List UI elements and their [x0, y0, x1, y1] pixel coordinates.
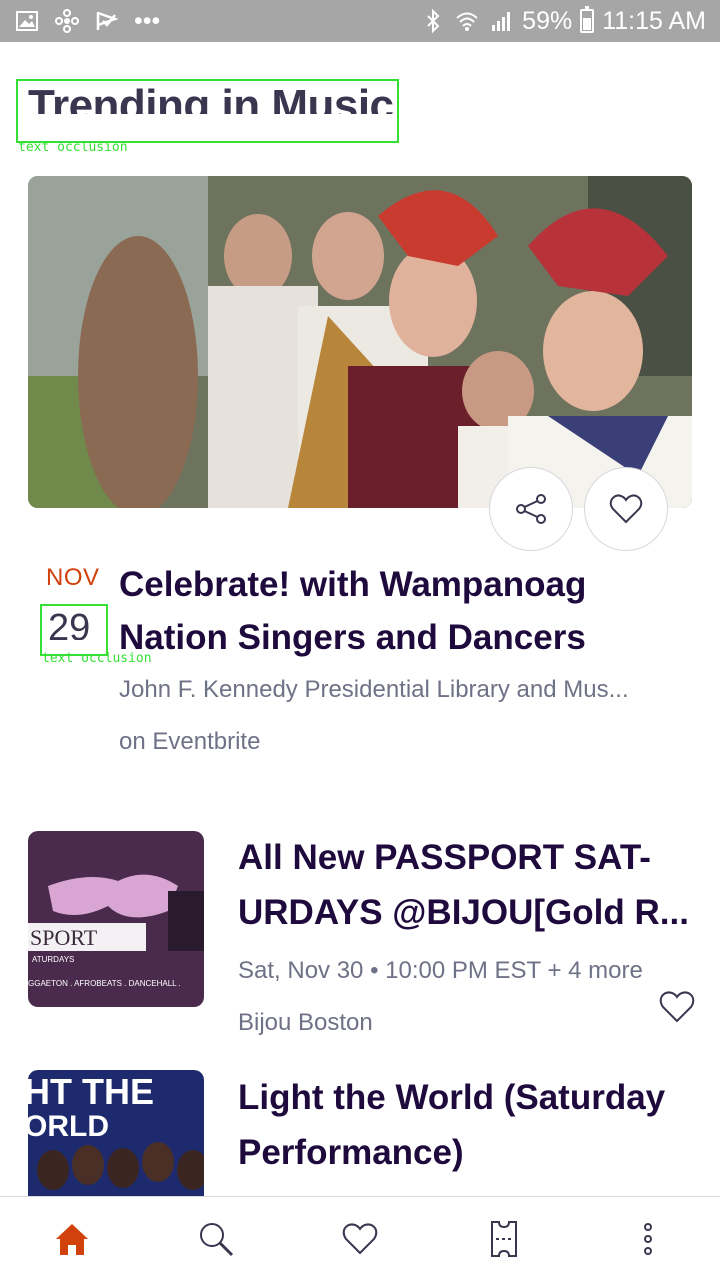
event-title[interactable]: Light the World (Saturday Performance)	[238, 1070, 698, 1180]
battery-percent: 59%	[522, 6, 573, 35]
hero-event-venue: John F. Kennedy Presidential Library and…	[119, 676, 629, 703]
thumb-text: SPORT	[30, 925, 98, 950]
nav-search[interactable]	[186, 1209, 246, 1269]
ticket-icon	[491, 1220, 517, 1257]
event-thumbnail[interactable]: SPORT ATURDAYS GGAETON . AFROBEATS . DAN…	[28, 831, 204, 1007]
status-bar: ••• 59% 11:15 AM	[0, 0, 720, 42]
nav-tickets[interactable]	[474, 1209, 534, 1269]
bottom-navigation	[0, 1196, 720, 1280]
battery-icon	[580, 6, 595, 33]
hero-event-title[interactable]: Celebrate! with Wampanoag Nation Singers…	[119, 558, 679, 664]
heart-icon	[609, 494, 643, 524]
share-button[interactable]	[489, 467, 573, 551]
thumb-sub: ORLD	[28, 1110, 109, 1143]
share-icon	[516, 494, 546, 524]
occlusion-label: text occlusion	[18, 140, 128, 155]
heart-icon	[659, 991, 695, 1023]
bluetooth-icon	[420, 8, 446, 34]
clock: 11:15 AM	[602, 6, 706, 35]
occlusion-box	[40, 604, 108, 656]
event-thumbnail[interactable]: HT THE ORLD	[28, 1070, 204, 1196]
gallery-icon	[14, 8, 40, 34]
more-icon	[644, 1222, 652, 1255]
event-venue: Bijou Boston	[238, 1009, 373, 1036]
event-month: NOV	[46, 564, 100, 591]
search-icon	[200, 1222, 234, 1256]
nav-home[interactable]	[42, 1209, 102, 1269]
nav-more[interactable]	[618, 1209, 678, 1269]
hero-event-organizer: on Eventbrite	[119, 728, 261, 755]
pinwheel-icon	[54, 8, 80, 34]
flag-icon	[94, 8, 120, 34]
thumb-genres: GGAETON . AFROBEATS . DANCEHALL .	[28, 979, 181, 988]
hero-event-image[interactable]	[28, 176, 692, 508]
heart-icon	[342, 1222, 378, 1254]
event-datetime: Sat, Nov 30 • 10:00 PM EST + 4 more	[238, 957, 643, 984]
home-icon	[56, 1223, 88, 1255]
status-dots: •••	[134, 6, 161, 35]
thumb-sub: ATURDAYS	[32, 955, 74, 964]
signal-icon	[488, 8, 514, 34]
event-title[interactable]: All New PASSPORT SAT-URDAYS @BIJOU[Gold …	[238, 830, 698, 940]
like-button[interactable]	[584, 467, 668, 551]
thumb-text: HT THE	[28, 1071, 154, 1112]
occlusion-box	[16, 79, 399, 143]
wifi-icon	[454, 8, 480, 34]
nav-likes[interactable]	[330, 1209, 390, 1269]
like-button[interactable]	[657, 987, 697, 1027]
